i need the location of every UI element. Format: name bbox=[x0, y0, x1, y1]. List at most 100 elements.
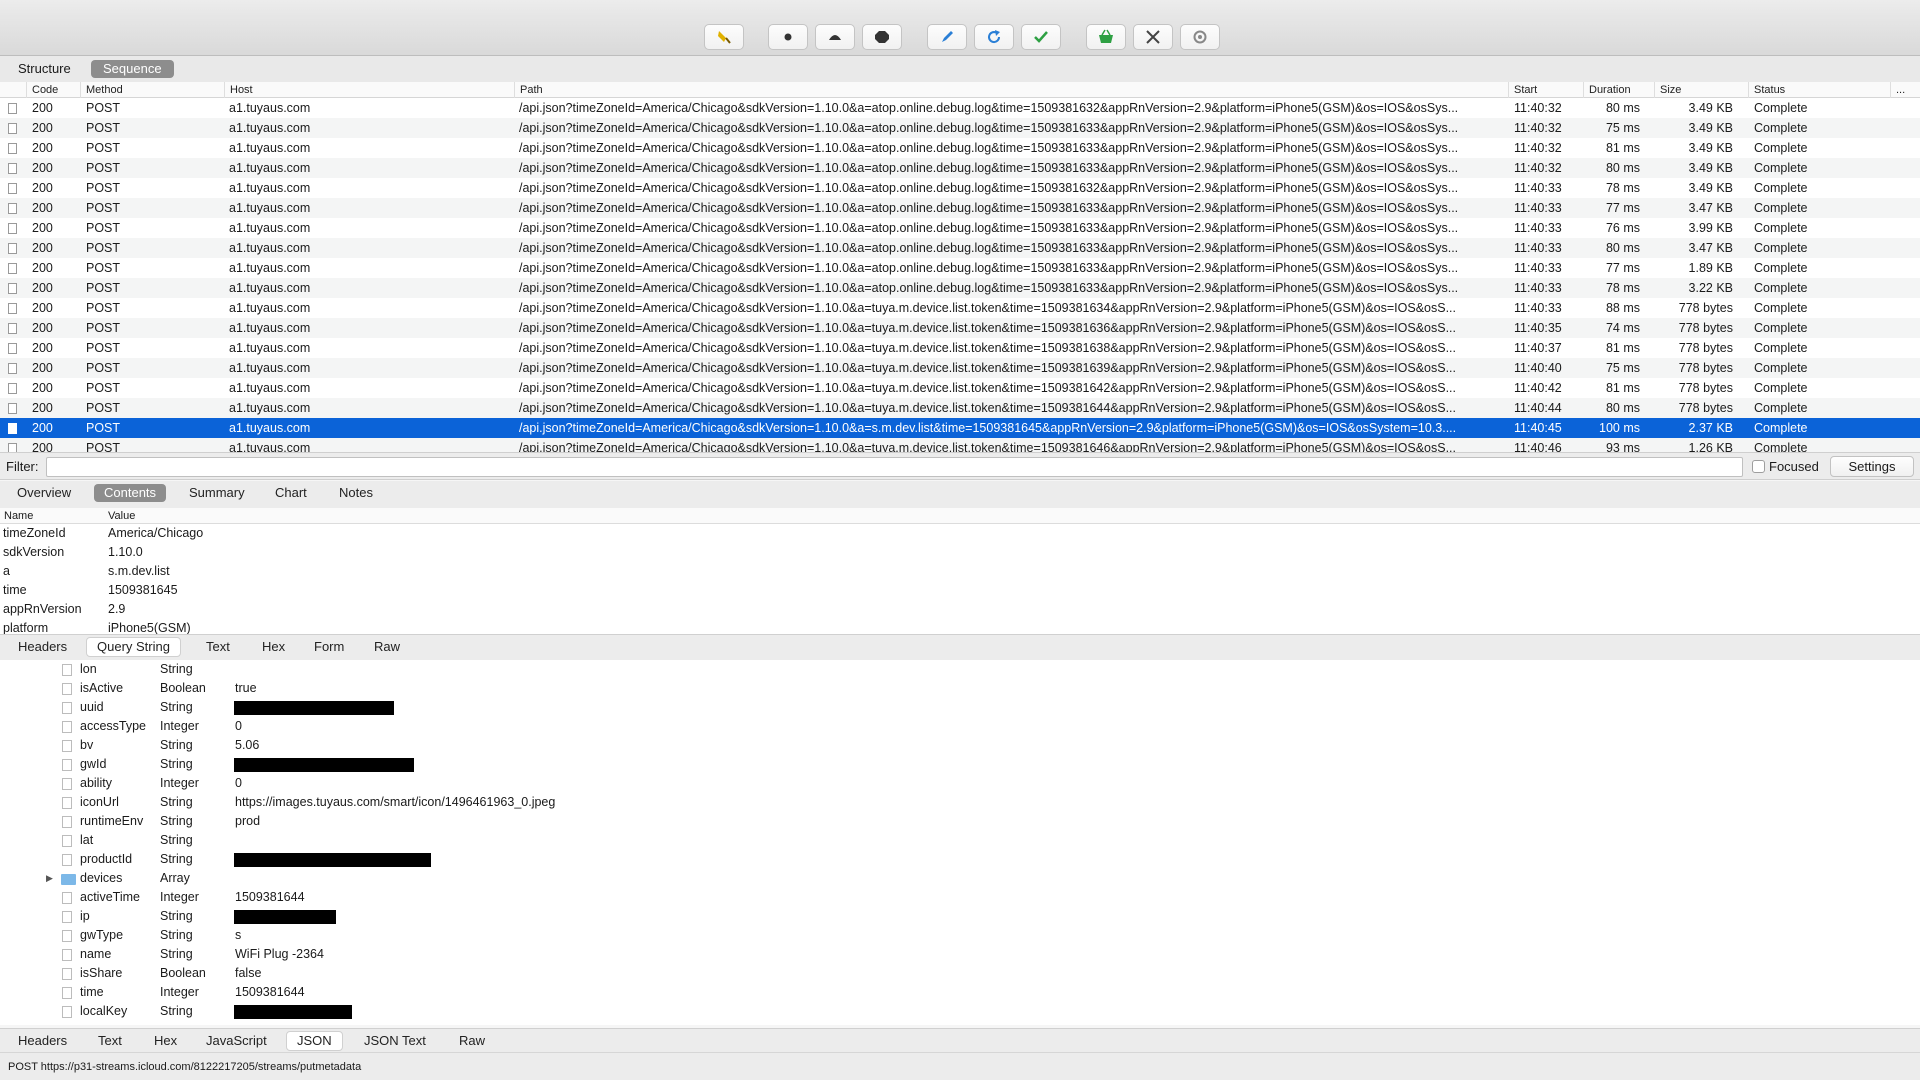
cell-duration: 74 ms bbox=[1605, 321, 1640, 335]
json-tree-row[interactable]: ▶ devices Array bbox=[0, 869, 1920, 888]
compose-button[interactable] bbox=[927, 24, 967, 50]
json-tree-row[interactable]: name String WiFi Plug -2364 bbox=[0, 945, 1920, 964]
json-tree-row[interactable]: runtimeEnv String prod bbox=[0, 812, 1920, 831]
tab-contents[interactable]: Contents bbox=[94, 484, 167, 502]
tools-button[interactable] bbox=[1133, 24, 1173, 50]
table-row[interactable]: 200 POST a1.tuyaus.com/api.json?timeZoneId… bbox=[0, 98, 1920, 118]
cell-size: 3.49 KB bbox=[1688, 161, 1733, 175]
tab-req-headers[interactable]: Headers bbox=[8, 638, 77, 656]
column-path[interactable]: Path bbox=[514, 82, 543, 98]
tab-req-text[interactable]: Text bbox=[196, 638, 240, 656]
column-host[interactable]: Host bbox=[224, 82, 253, 98]
tab-req-hex[interactable]: Hex bbox=[252, 638, 295, 656]
cell-start: 11:40:42 bbox=[1514, 381, 1562, 395]
json-tree-row[interactable]: ability Integer 0 bbox=[0, 774, 1920, 793]
focused-checkbox[interactable] bbox=[1752, 460, 1765, 473]
throttle-button[interactable] bbox=[815, 24, 855, 50]
tab-req-query-string[interactable]: Query String bbox=[86, 637, 181, 657]
breakpoint-icon bbox=[875, 31, 889, 43]
tab-req-form[interactable]: Form bbox=[304, 638, 354, 656]
column-size[interactable]: Size bbox=[1654, 82, 1681, 98]
column-start[interactable]: Start bbox=[1508, 82, 1537, 98]
json-tree-row[interactable]: localKey String bbox=[0, 1002, 1920, 1021]
tab-notes[interactable]: Notes bbox=[329, 484, 383, 502]
tab-req-raw[interactable]: Raw bbox=[364, 638, 410, 656]
param-row[interactable]: timeZoneId America/Chicago bbox=[0, 524, 1920, 543]
cell-code: 200 bbox=[32, 281, 53, 295]
breakpoints-button[interactable] bbox=[862, 24, 902, 50]
table-row[interactable]: 200 POST a1.tuyaus.com/api.json?timeZoneId… bbox=[0, 338, 1920, 358]
sequence-table-body: 200 POST a1.tuyaus.com/api.json?timeZoneId… bbox=[0, 98, 1920, 452]
column-status[interactable]: Status bbox=[1748, 82, 1785, 98]
tab-res-text[interactable]: Text bbox=[88, 1032, 132, 1050]
table-row[interactable]: 200 POST a1.tuyaus.com/api.json?timeZoneId… bbox=[0, 258, 1920, 278]
param-row[interactable]: platform iPhone5(GSM) bbox=[0, 619, 1920, 634]
clear-broom-button[interactable] bbox=[704, 24, 744, 50]
table-row[interactable]: 200 POST a1.tuyaus.com/api.json?timeZoneId… bbox=[0, 238, 1920, 258]
column-method[interactable]: Method bbox=[80, 82, 123, 98]
param-row[interactable]: time 1509381645 bbox=[0, 581, 1920, 600]
param-row[interactable]: sdkVersion 1.10.0 bbox=[0, 543, 1920, 562]
table-row[interactable]: 200 POST a1.tuyaus.com/api.json?timeZoneId… bbox=[0, 278, 1920, 298]
column-more[interactable]: ... bbox=[1890, 82, 1905, 98]
column-code[interactable]: Code bbox=[26, 82, 58, 98]
table-row[interactable]: 200 POST a1.tuyaus.com/api.json?timeZoneId… bbox=[0, 418, 1920, 438]
document-icon bbox=[8, 383, 17, 394]
filter-input[interactable] bbox=[46, 457, 1743, 477]
json-tree-row[interactable]: lat String bbox=[0, 831, 1920, 850]
json-tree-row[interactable]: iconUrl String https://images.tuyaus.com/s… bbox=[0, 793, 1920, 812]
tab-res-headers[interactable]: Headers bbox=[8, 1032, 77, 1050]
repeat-button[interactable] bbox=[974, 24, 1014, 50]
json-tree-row[interactable]: gwType String s bbox=[0, 926, 1920, 945]
json-tree-row[interactable]: bv String 5.06 bbox=[0, 736, 1920, 755]
document-icon-cell bbox=[8, 138, 20, 160]
broom-icon bbox=[718, 31, 731, 44]
tab-res-hex[interactable]: Hex bbox=[144, 1032, 187, 1050]
disclosure-triangle-icon[interactable]: ▶ bbox=[46, 869, 53, 888]
table-row[interactable]: 200 POST a1.tuyaus.com/api.json?timeZoneId… bbox=[0, 398, 1920, 418]
column-duration[interactable]: Duration bbox=[1583, 82, 1631, 98]
tab-summary[interactable]: Summary bbox=[179, 484, 255, 502]
focused-toggle[interactable]: Focused bbox=[1752, 459, 1819, 474]
table-row[interactable]: 200 POST a1.tuyaus.com/api.json?timeZoneId… bbox=[0, 318, 1920, 338]
column-value[interactable]: Value bbox=[108, 508, 135, 524]
tab-res-json[interactable]: JSON bbox=[286, 1031, 343, 1051]
table-row[interactable]: 200 POST a1.tuyaus.com/api.json?timeZoneId… bbox=[0, 138, 1920, 158]
table-row[interactable]: 200 POST a1.tuyaus.com/api.json?timeZoneId… bbox=[0, 358, 1920, 378]
table-row[interactable]: 200 POST a1.tuyaus.com/api.json?timeZoneId… bbox=[0, 198, 1920, 218]
tab-res-javascript[interactable]: JavaScript bbox=[196, 1032, 277, 1050]
table-row[interactable]: 200 POST a1.tuyaus.com/api.json?timeZoneId… bbox=[0, 158, 1920, 178]
json-tree-row[interactable]: ip String bbox=[0, 907, 1920, 926]
tab-res-json-text[interactable]: JSON Text bbox=[354, 1032, 436, 1050]
preferences-button[interactable] bbox=[1180, 24, 1220, 50]
table-row[interactable]: 200 POST a1.tuyaus.com/api.json?timeZoneId… bbox=[0, 118, 1920, 138]
table-row[interactable]: 200 POST a1.tuyaus.com/api.json?timeZoneId… bbox=[0, 178, 1920, 198]
json-tree-row[interactable]: isActive Boolean true bbox=[0, 679, 1920, 698]
validate-button[interactable] bbox=[1021, 24, 1061, 50]
json-tree: lon String isActive Boolean true uuid String ac… bbox=[0, 660, 1920, 1025]
json-tree-row[interactable]: time Integer 1509381644 bbox=[0, 983, 1920, 1002]
param-row[interactable]: a s.m.dev.list bbox=[0, 562, 1920, 581]
record-button[interactable] bbox=[768, 24, 808, 50]
tab-chart[interactable]: Chart bbox=[265, 484, 317, 502]
tab-sequence[interactable]: Sequence bbox=[91, 60, 174, 78]
json-tree-row[interactable]: uuid String bbox=[0, 698, 1920, 717]
basket-button[interactable] bbox=[1086, 24, 1126, 50]
table-row[interactable]: 200 POST a1.tuyaus.com/api.json?timeZoneId… bbox=[0, 298, 1920, 318]
json-tree-row[interactable]: isShare Boolean false bbox=[0, 964, 1920, 983]
settings-button[interactable]: Settings bbox=[1830, 456, 1914, 477]
table-row[interactable]: 200 POST a1.tuyaus.com/api.json?timeZoneId… bbox=[0, 378, 1920, 398]
json-tree-row[interactable]: accessType Integer 0 bbox=[0, 717, 1920, 736]
column-name[interactable]: Name bbox=[4, 508, 33, 524]
table-row[interactable]: 200 POST a1.tuyaus.com/api.json?timeZoneId… bbox=[0, 438, 1920, 452]
json-tree-row[interactable]: productId String bbox=[0, 850, 1920, 869]
tab-res-raw[interactable]: Raw bbox=[449, 1032, 495, 1050]
json-tree-row[interactable]: gwId String bbox=[0, 755, 1920, 774]
tab-structure[interactable]: Structure bbox=[6, 60, 83, 78]
tab-overview[interactable]: Overview bbox=[7, 484, 81, 502]
param-row[interactable]: appRnVersion 2.9 bbox=[0, 600, 1920, 619]
table-row[interactable]: 200 POST a1.tuyaus.com/api.json?timeZoneId… bbox=[0, 218, 1920, 238]
json-tree-row[interactable]: activeTime Integer 1509381644 bbox=[0, 888, 1920, 907]
json-tree-row[interactable]: lon String bbox=[0, 660, 1920, 679]
document-icon bbox=[62, 968, 72, 980]
